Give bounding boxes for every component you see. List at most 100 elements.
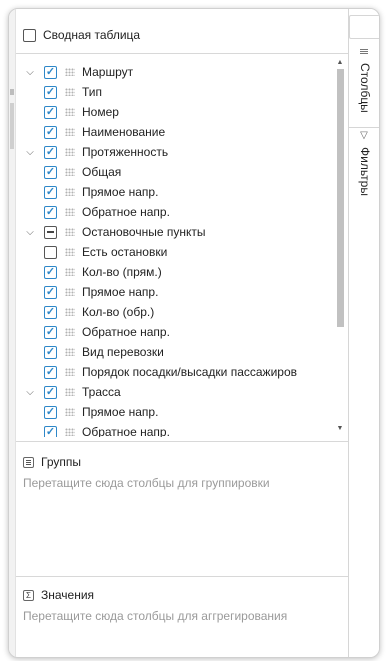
column-tree-item[interactable]: Порядок посадки/высадки пассажиров bbox=[25, 362, 297, 382]
column-label: Вид перевозки bbox=[82, 345, 164, 359]
drag-handle-icon[interactable] bbox=[65, 168, 75, 176]
grid-edge-tick bbox=[10, 89, 14, 95]
column-checkbox[interactable] bbox=[44, 165, 57, 179]
scroll-up-icon[interactable]: ▲ bbox=[336, 59, 344, 67]
row-groups-drop-zone[interactable]: Группы Перетащите сюда столбцы для групп… bbox=[23, 454, 270, 490]
column-checkbox[interactable] bbox=[44, 205, 57, 219]
grid-edge-scroll-mark bbox=[10, 103, 14, 149]
column-checkbox[interactable] bbox=[44, 325, 57, 339]
column-checkbox[interactable] bbox=[44, 345, 57, 359]
values-title: Значения bbox=[41, 588, 95, 602]
values-drop-zone[interactable]: Σ Значения Перетащите сюда столбцы для а… bbox=[23, 587, 287, 623]
column-checkbox[interactable] bbox=[44, 65, 57, 79]
drag-handle-icon[interactable] bbox=[65, 308, 75, 316]
column-label: Обратное напр. bbox=[82, 325, 170, 339]
pivot-mode-checkbox[interactable] bbox=[23, 28, 36, 42]
column-tree-item[interactable]: Обратное напр. bbox=[44, 202, 170, 222]
column-checkbox[interactable] bbox=[44, 365, 57, 379]
divider bbox=[16, 576, 348, 577]
column-tree-item[interactable]: Наименование bbox=[44, 122, 165, 142]
column-checkbox[interactable] bbox=[44, 225, 57, 239]
chevron-down-icon[interactable]: ⌵ bbox=[25, 387, 35, 398]
drag-handle-icon[interactable] bbox=[65, 348, 75, 356]
column-checkbox[interactable] bbox=[44, 405, 57, 419]
tree-scrollbar[interactable]: ▲ ▼ bbox=[334, 57, 346, 437]
grid-edge bbox=[9, 9, 16, 657]
tab-filters[interactable]: ▽ Фильтры bbox=[349, 127, 379, 217]
column-label: Прямое напр. bbox=[82, 185, 159, 199]
columns-panel: Сводная таблица ⌵ Маршрут Тип Номер Наименов… bbox=[16, 9, 349, 657]
column-label: Кол-во (прям.) bbox=[82, 265, 162, 279]
column-checkbox[interactable] bbox=[44, 285, 57, 299]
column-label: Остановочные пункты bbox=[82, 225, 206, 239]
divider bbox=[16, 53, 348, 54]
chevron-down-icon[interactable]: ⌵ bbox=[25, 147, 35, 158]
column-label: Порядок посадки/высадки пассажиров bbox=[82, 365, 297, 379]
drag-handle-icon[interactable] bbox=[65, 328, 75, 336]
column-tree-item[interactable]: Кол-во (обр.) bbox=[44, 302, 154, 322]
sigma-icon: Σ bbox=[23, 589, 34, 601]
column-tree-item[interactable]: Обратное напр. bbox=[44, 422, 170, 437]
column-tree-item[interactable]: Тип bbox=[44, 82, 102, 102]
drag-handle-icon[interactable] bbox=[65, 368, 75, 376]
drag-handle-icon[interactable] bbox=[65, 408, 75, 416]
drag-handle-icon[interactable] bbox=[65, 428, 75, 436]
column-tree-item[interactable]: Есть остановки bbox=[44, 242, 167, 262]
pivot-mode-toggle[interactable]: Сводная таблица bbox=[23, 27, 140, 43]
tab-columns[interactable]: Столбцы bbox=[349, 43, 379, 128]
drag-handle-icon[interactable] bbox=[65, 288, 75, 296]
column-tree-item[interactable]: ⌵ Остановочные пункты bbox=[25, 222, 205, 242]
drag-handle-icon[interactable] bbox=[65, 108, 75, 116]
column-label: Прямое напр. bbox=[82, 405, 159, 419]
chevron-down-icon[interactable]: ⌵ bbox=[25, 227, 35, 238]
chevron-placeholder bbox=[25, 347, 35, 357]
column-tree-item[interactable]: Прямое напр. bbox=[44, 182, 158, 202]
column-checkbox[interactable] bbox=[44, 245, 57, 259]
filter-icon: ▽ bbox=[360, 130, 368, 141]
column-label: Обратное напр. bbox=[82, 205, 170, 219]
column-tree-item[interactable]: Обратное напр. bbox=[44, 322, 170, 342]
drag-handle-icon[interactable] bbox=[65, 268, 75, 276]
column-checkbox[interactable] bbox=[44, 125, 57, 139]
column-checkbox[interactable] bbox=[44, 185, 57, 199]
scroll-down-icon[interactable]: ▼ bbox=[336, 425, 344, 433]
column-checkbox[interactable] bbox=[44, 425, 57, 437]
column-label: Есть остановки bbox=[82, 245, 168, 259]
column-tree-item[interactable]: ⌵ Трасса bbox=[25, 382, 120, 402]
column-checkbox[interactable] bbox=[44, 305, 57, 319]
column-tree-item[interactable]: Вид перевозки bbox=[25, 342, 164, 362]
column-checkbox[interactable] bbox=[44, 105, 57, 119]
column-label: Кол-во (обр.) bbox=[82, 305, 155, 319]
column-tree-item[interactable]: Номер bbox=[44, 102, 119, 122]
drag-handle-icon[interactable] bbox=[65, 68, 75, 76]
column-checkbox[interactable] bbox=[44, 265, 57, 279]
drag-handle-icon[interactable] bbox=[65, 188, 75, 196]
tab-columns-label: Столбцы bbox=[358, 63, 372, 113]
row-groups-icon bbox=[23, 456, 34, 468]
column-tree-item[interactable]: Общая bbox=[44, 162, 121, 182]
drag-handle-icon[interactable] bbox=[65, 128, 75, 136]
column-label: Наименование bbox=[82, 125, 166, 139]
column-tree-item[interactable]: ⌵ Маршрут bbox=[25, 62, 133, 82]
values-hint: Перетащите сюда столбцы для аггрегирован… bbox=[23, 609, 288, 623]
column-tree-item[interactable]: ⌵ Протяженность bbox=[25, 142, 168, 162]
chevron-down-icon[interactable]: ⌵ bbox=[25, 67, 35, 78]
groups-title: Группы bbox=[41, 455, 81, 469]
scroll-thumb[interactable] bbox=[337, 69, 344, 327]
column-checkbox[interactable] bbox=[44, 85, 57, 99]
column-label: Обратное напр. bbox=[82, 425, 170, 437]
drag-handle-icon[interactable] bbox=[65, 88, 75, 96]
drag-handle-icon[interactable] bbox=[65, 148, 75, 156]
column-checkbox[interactable] bbox=[44, 145, 57, 159]
drag-handle-icon[interactable] bbox=[65, 228, 75, 236]
column-tree-item[interactable]: Прямое напр. bbox=[44, 282, 158, 302]
drag-handle-icon[interactable] bbox=[65, 388, 75, 396]
column-checkbox[interactable] bbox=[44, 385, 57, 399]
columns-tree: ⌵ Маршрут Тип Номер Наименование ⌵ Протяженнос… bbox=[16, 57, 331, 437]
column-tree-item[interactable]: Кол-во (прям.) bbox=[44, 262, 162, 282]
tab-filters-label: Фильтры bbox=[358, 147, 372, 196]
drag-handle-icon[interactable] bbox=[65, 208, 75, 216]
drag-handle-icon[interactable] bbox=[65, 248, 75, 256]
column-label: Номер bbox=[82, 105, 119, 119]
column-tree-item[interactable]: Прямое напр. bbox=[44, 402, 158, 422]
